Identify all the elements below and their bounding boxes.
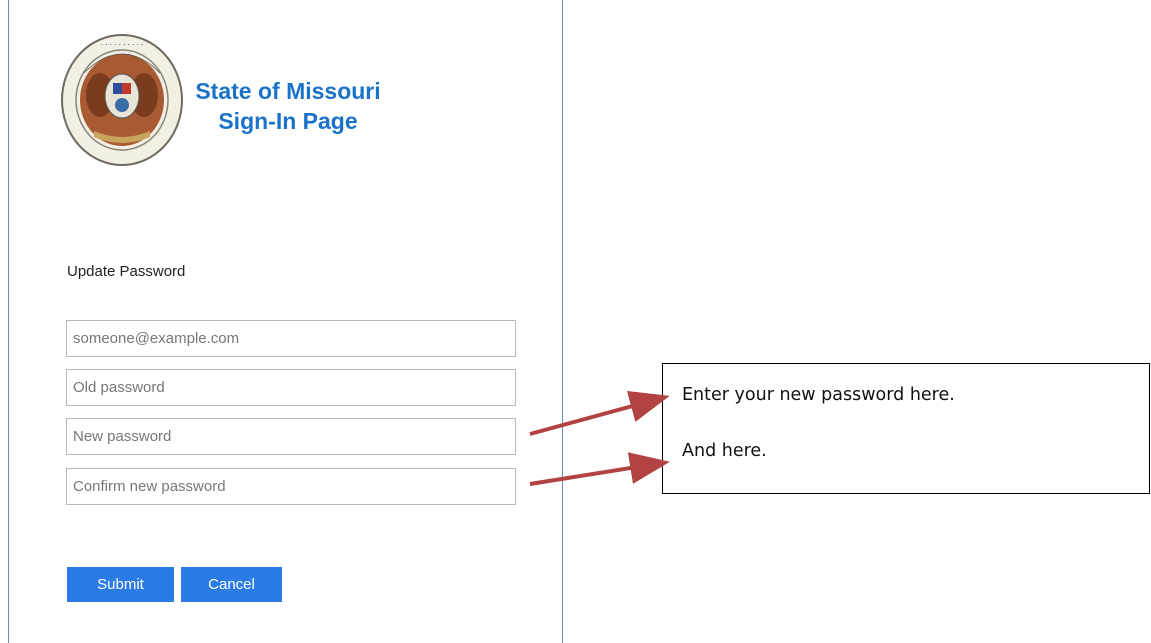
form-heading: Update Password (67, 263, 186, 280)
callout-line-1: Enter your new password here. (682, 385, 955, 405)
instruction-callout: Enter your new password here. And here. (662, 363, 1150, 494)
new-password-field[interactable] (66, 418, 516, 455)
cancel-button[interactable]: Cancel (181, 567, 282, 602)
title-line-2: Sign-In Page (218, 108, 358, 134)
confirm-password-field[interactable] (66, 468, 516, 505)
submit-button[interactable]: Submit (67, 567, 174, 602)
missouri-seal-icon: · · · · · · · · · · (61, 34, 183, 166)
page-title: State of Missouri Sign-In Page (188, 76, 388, 136)
callout-line-2: And here. (682, 441, 767, 461)
email-field[interactable] (66, 320, 516, 357)
title-line-1: State of Missouri (195, 78, 381, 104)
svg-text:· · · · · · · · · ·: · · · · · · · · · · (101, 41, 143, 49)
old-password-field[interactable] (66, 369, 516, 406)
